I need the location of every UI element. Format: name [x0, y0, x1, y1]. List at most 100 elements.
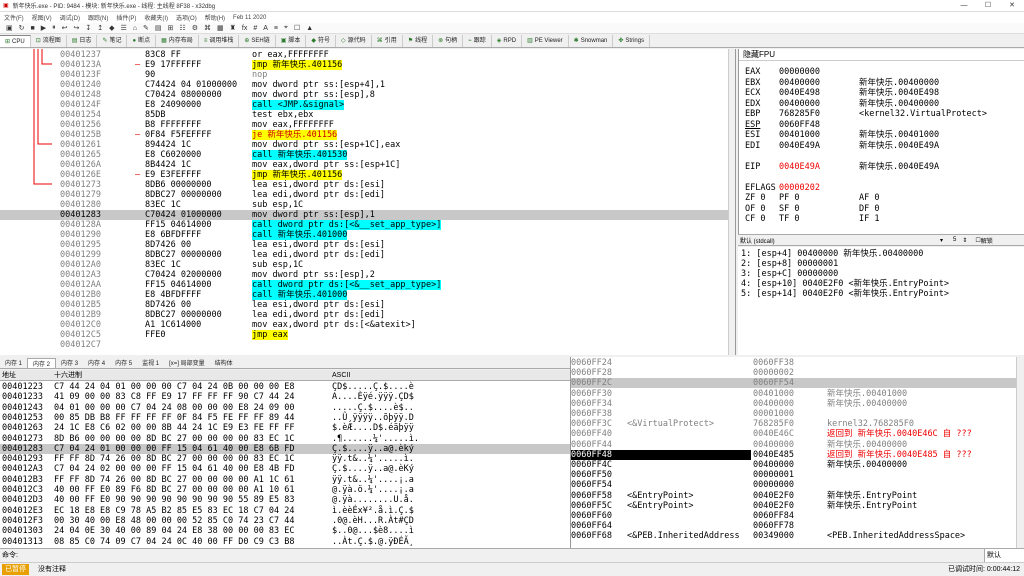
stack-row[interactable]: 0060FF2C 0060FF54 — [571, 378, 1017, 389]
dump-row[interactable]: 00401293 FF FF 8D 74 26 00 8D BC 27 00 00… — [0, 454, 570, 464]
disasm-row[interactable]: 0040126E – E9 E3FEFFFF jmp 新年快乐.401156 — [0, 170, 735, 180]
stack-row[interactable]: 0060FF68 <&PEB.InheritedAddress 00349000 <P… — [571, 531, 1017, 541]
disasm-row[interactable]: 00401290 E8 6BFDFFFF call 新年快乐.401000 — [0, 230, 735, 240]
toolbar-icon[interactable]: ■ — [31, 25, 35, 32]
dump-tab[interactable]: 内存 1 — [0, 358, 27, 367]
argument-row[interactable]: 5: [esp+14] 0040E2F0 <新年快乐.EntryPoint> — [741, 289, 949, 299]
register-row[interactable]: ZF 0 PF 0 AF 0 — [745, 193, 879, 203]
dump-row[interactable]: 00401243 04 01 00 00 00 C7 04 24 08 00 00… — [0, 403, 570, 413]
chevron-down-icon[interactable]: ▾ — [940, 237, 943, 244]
register-row[interactable]: CF 0 TF 0 IF 1 — [745, 214, 879, 224]
disasm-row[interactable]: 004012A0 83EC 1C sub esp,1C — [0, 260, 735, 270]
tab-2[interactable]: ▤ 日志 — [67, 35, 98, 47]
dump-row[interactable]: 004012C3 40 00 FF E0 89 F6 8D BC 27 00 00… — [0, 485, 570, 495]
disasm-row[interactable]: 0040123F 90 nop — [0, 70, 735, 80]
toolbar-icon[interactable]: ⌂ — [133, 25, 137, 32]
disasm-row[interactable]: 004012B5 8D7426 00 lea esi,dword ptr ds:[e… — [0, 300, 735, 310]
tab-12[interactable]: ⚑ 线程 — [403, 35, 434, 47]
disasm-row[interactable]: 00401295 8D7426 00 lea esi,dword ptr ds:[e… — [0, 240, 735, 250]
toolbar-icon[interactable]: ▤ — [155, 24, 162, 32]
toolbar-icon[interactable]: # — [253, 25, 257, 32]
dump-header-address[interactable]: 地址 — [2, 370, 16, 381]
dump-row[interactable]: 00401283 C7 04 24 01 00 00 00 FF 15 04 61… — [0, 443, 570, 454]
toolbar-icon[interactable]: ↥ — [97, 24, 103, 32]
disasm-row[interactable]: 0040123A – E9 17FFFFFF jmp 新年快乐.401156 — [0, 60, 735, 70]
disasm-row[interactable]: 00401273 8DB6 00000000 lea esi,dword ptr d… — [0, 180, 735, 190]
dump-row[interactable]: 00401253 00 85 DB B8 FF FF FF FF 0F 84 F5… — [0, 413, 570, 423]
tab-3[interactable]: ✎ 笔记 — [97, 35, 128, 47]
dump-tab[interactable]: 结构体 — [210, 358, 238, 367]
stack-row[interactable]: 0060FF64 0060FF78 — [571, 521, 1017, 531]
toolbar-icon[interactable]: ≡ — [274, 25, 278, 32]
disasm-row[interactable]: 00401248 C70424 08000000 mov dword ptr ss:… — [0, 90, 735, 100]
tab-13[interactable]: ⊗ 句柄 — [433, 35, 464, 47]
disasm-row[interactable]: 00401280 83EC 1C sub esp,1C — [0, 200, 735, 210]
arg-count-spinner[interactable]: 5 — [953, 237, 956, 243]
register-row[interactable]: EIP 0040E49A 新年快乐.0040E49A — [745, 162, 939, 172]
tab-1[interactable]: ⊡ 流程图 — [31, 35, 67, 47]
tab-16[interactable]: ▥ PE Viewer — [522, 35, 569, 47]
disasm-row[interactable]: 00401256 B8 FFFFFFFF mov eax,FFFFFFFF — [0, 120, 735, 130]
toolbar-icon[interactable]: ⚙ — [192, 24, 198, 32]
toolbar-icon[interactable]: ⌘ — [204, 24, 211, 32]
disassembly-scrollbar[interactable] — [728, 49, 735, 355]
tab-8[interactable]: ▣ 脚本 — [276, 35, 307, 47]
register-row[interactable]: EDX 00400000 新年快乐.00400000 — [745, 99, 939, 109]
argument-row[interactable]: 2: [esp+8] 00000001 — [741, 259, 838, 269]
disasm-row[interactable]: 00401237 83C8 FF or eax,FFFFFFFF — [0, 50, 735, 60]
dump-row[interactable]: 00401313 08 85 C0 74 09 C7 04 24 0C 40 00… — [0, 537, 570, 547]
toolbar-icon[interactable]: ☷ — [179, 24, 185, 32]
dump-row[interactable]: 00401233 41 09 00 00 83 C8 FF E9 17 FF FF… — [0, 392, 570, 402]
dump-row[interactable]: 004012B3 FF FF 8D 74 26 00 8D BC 27 00 00… — [0, 475, 570, 485]
toolbar-icon[interactable]: ↧ — [85, 24, 91, 32]
argument-row[interactable]: 4: [esp+10] 0040E2F0 <新年快乐.EntryPoint> — [741, 279, 949, 289]
dump-tab[interactable]: 监视 1 — [137, 358, 164, 367]
dump-row[interactable]: 004012E3 EC 18 E8 E8 C9 78 A5 B2 85 E5 83… — [0, 506, 570, 516]
menu-item[interactable]: 视图(V) — [32, 13, 52, 22]
dump-row[interactable]: 004012F3 00 30 40 00 E8 48 00 00 00 52 85… — [0, 516, 570, 526]
disasm-row[interactable]: 004012C7 — [0, 340, 735, 350]
register-row[interactable]: ECX 0040E498 新年快乐.0040E498 — [745, 88, 939, 98]
dump-row[interactable]: 00401273 8D B6 00 00 00 00 8D BC 27 00 00… — [0, 434, 570, 444]
toolbar-icon[interactable]: fx — [242, 25, 247, 32]
disasm-row[interactable]: 0040125B –0F84 F5FEFFFF je 新年快乐.401156 — [0, 130, 735, 140]
disasm-row[interactable]: 004012B9 8DBC27 00000000 lea edi,dword ptr… — [0, 310, 735, 320]
tab-14[interactable]: ⌁ 跟踪 — [463, 35, 492, 47]
disasm-row[interactable]: 00401254 85DB test ebx,ebx — [0, 110, 735, 120]
stack-row[interactable]: 0060FF54 00000000 — [571, 480, 1017, 490]
register-row[interactable]: EBP 768285F0 <kernel32.VirtualProtect> — [745, 109, 987, 119]
stack-row[interactable]: 0060FF3C <&VirtualProtect> 768285F0 kernel3… — [571, 419, 1017, 429]
stack-view[interactable]: 0060FF24 0060FF38 0060FF28 00000002 0060FF2C… — [570, 357, 1024, 548]
stack-row[interactable]: 0060FF38 00001000 — [571, 409, 1017, 419]
disasm-row[interactable]: 0040128A FF15 04614000 call dword ptr ds:[… — [0, 220, 735, 230]
dump-row[interactable]: 00401303 24 04 0E 30 40 00 89 04 24 E8 38… — [0, 526, 570, 536]
menu-item[interactable]: 文件(F) — [4, 13, 24, 22]
disasm-row[interactable]: 00401283 C70424 01000000 mov dword ptr ss:… — [0, 210, 735, 220]
disasm-row[interactable]: 00401299 8DBC27 00000000 lea edi,dword ptr… — [0, 250, 735, 260]
stack-scrollbar[interactable] — [1016, 357, 1024, 548]
dump-header-ascii[interactable]: ASCII — [332, 370, 350, 381]
toolbar-icon[interactable]: ☐ — [294, 24, 300, 32]
memory-dump-view[interactable]: 地址 十六进制 ASCII 00401223 C7 44 24 04 01 00 … — [0, 370, 570, 548]
stack-row[interactable]: 0060FF60 0060FF84 — [571, 511, 1017, 521]
close-button[interactable]: ✕ — [1000, 0, 1024, 12]
disasm-row[interactable]: 004012AA FF15 04614000 call dword ptr ds:[… — [0, 280, 735, 290]
tab-7[interactable]: ⊕ SEH链 — [239, 35, 276, 47]
stack-row[interactable]: 0060FF28 00000002 — [571, 368, 1017, 378]
register-row[interactable]: ESI 00401000 新年快乐.00401000 — [745, 130, 939, 140]
disasm-row[interactable]: 004012B0 E8 4BFDFFFF call 新年快乐.401000 — [0, 290, 735, 300]
dump-tab[interactable]: 内存 2 — [27, 357, 57, 368]
tab-15[interactable]: ◈ RPD — [492, 35, 523, 47]
command-mode-select[interactable]: 默认 — [984, 549, 1024, 562]
disasm-row[interactable]: 00401265 E8 C6020000 call 新年快乐.401530 — [0, 150, 735, 160]
stack-row[interactable]: 0060FF40 0040E46C 返回到 新年快乐.0040E46C 自 ??? — [571, 429, 1017, 439]
disasm-row[interactable]: 004012C5 FFE0 jmp eax — [0, 330, 735, 340]
menu-item[interactable]: 调试(D) — [60, 13, 80, 22]
toolbar-icon[interactable]: ▣ — [6, 24, 13, 32]
stack-row[interactable]: 0060FF58 <&EntryPoint> 0040E2F0 新年快乐.EntryP… — [571, 491, 1017, 501]
toolbar-icon[interactable]: ↪ — [74, 24, 80, 32]
disasm-row[interactable]: 004012A3 C70424 02000000 mov dword ptr ss:… — [0, 270, 735, 280]
register-row[interactable]: EFLAGS 00000202 — [745, 183, 859, 193]
register-row[interactable]: EDI 0040E49A 新年快乐.0040E49A — [745, 141, 939, 151]
disasm-row[interactable]: 0040126A 8B4424 1C mov eax,dword ptr ss:[e… — [0, 160, 735, 170]
